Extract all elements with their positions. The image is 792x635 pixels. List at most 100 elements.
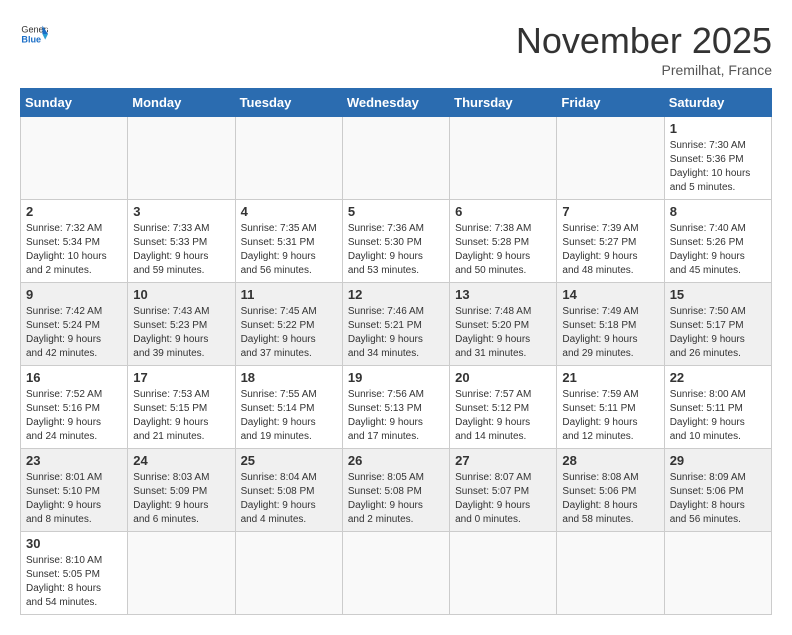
calendar-cell — [235, 532, 342, 615]
day-info: Sunrise: 7:59 AM Sunset: 5:11 PM Dayligh… — [562, 388, 658, 444]
calendar-week-row: 1 Sunrise: 7:30 AM Sunset: 5:36 PM Daylig… — [21, 117, 772, 200]
day-number: 27 — [455, 453, 551, 468]
day-number: 28 — [562, 453, 658, 468]
day-number: 20 — [455, 370, 551, 385]
column-header-sunday: Sunday — [21, 89, 128, 117]
calendar-cell — [450, 117, 557, 200]
day-info: Sunrise: 7:32 AM Sunset: 5:34 PM Dayligh… — [26, 222, 122, 278]
calendar-cell: 29 Sunrise: 8:09 AM Sunset: 5:06 PM Dayli… — [664, 449, 771, 532]
day-info: Sunrise: 8:00 AM Sunset: 5:11 PM Dayligh… — [670, 388, 766, 444]
day-info: Sunrise: 7:43 AM Sunset: 5:23 PM Dayligh… — [133, 305, 229, 361]
calendar-header-row: SundayMondayTuesdayWednesdayThursdayFrid… — [21, 89, 772, 117]
day-info: Sunrise: 8:10 AM Sunset: 5:05 PM Dayligh… — [26, 554, 122, 610]
calendar-cell — [557, 117, 664, 200]
day-number: 8 — [670, 204, 766, 219]
day-number: 11 — [241, 287, 337, 302]
calendar-cell: 14 Sunrise: 7:49 AM Sunset: 5:18 PM Dayli… — [557, 283, 664, 366]
day-info: Sunrise: 8:01 AM Sunset: 5:10 PM Dayligh… — [26, 471, 122, 527]
column-header-thursday: Thursday — [450, 89, 557, 117]
column-header-wednesday: Wednesday — [342, 89, 449, 117]
calendar-cell: 30 Sunrise: 8:10 AM Sunset: 5:05 PM Dayli… — [21, 532, 128, 615]
calendar-cell: 25 Sunrise: 8:04 AM Sunset: 5:08 PM Dayli… — [235, 449, 342, 532]
day-number: 3 — [133, 204, 229, 219]
calendar-cell — [128, 532, 235, 615]
logo-icon: General Blue — [20, 20, 48, 48]
day-number: 21 — [562, 370, 658, 385]
day-info: Sunrise: 8:04 AM Sunset: 5:08 PM Dayligh… — [241, 471, 337, 527]
day-number: 4 — [241, 204, 337, 219]
day-number: 12 — [348, 287, 444, 302]
calendar-cell: 2 Sunrise: 7:32 AM Sunset: 5:34 PM Daylig… — [21, 200, 128, 283]
day-info: Sunrise: 8:05 AM Sunset: 5:08 PM Dayligh… — [348, 471, 444, 527]
day-info: Sunrise: 7:40 AM Sunset: 5:26 PM Dayligh… — [670, 222, 766, 278]
calendar-week-row: 2 Sunrise: 7:32 AM Sunset: 5:34 PM Daylig… — [21, 200, 772, 283]
calendar-cell: 13Sunrise: 7:48 AM Sunset: 5:20 PM Dayli… — [450, 283, 557, 366]
day-number: 9 — [26, 287, 122, 302]
day-info: Sunrise: 7:56 AM Sunset: 5:13 PM Dayligh… — [348, 388, 444, 444]
day-info: Sunrise: 7:33 AM Sunset: 5:33 PM Dayligh… — [133, 222, 229, 278]
day-number: 16 — [26, 370, 122, 385]
day-info: Sunrise: 7:46 AM Sunset: 5:21 PM Dayligh… — [348, 305, 444, 361]
column-header-saturday: Saturday — [664, 89, 771, 117]
calendar-title: November 2025 — [516, 20, 772, 62]
calendar-cell: 4 Sunrise: 7:35 AM Sunset: 5:31 PM Daylig… — [235, 200, 342, 283]
calendar-week-row: 30 Sunrise: 8:10 AM Sunset: 5:05 PM Dayli… — [21, 532, 772, 615]
day-info: Sunrise: 7:36 AM Sunset: 5:30 PM Dayligh… — [348, 222, 444, 278]
day-number: 18 — [241, 370, 337, 385]
day-number: 14 — [562, 287, 658, 302]
day-number: 5 — [348, 204, 444, 219]
calendar-cell — [664, 532, 771, 615]
calendar-cell — [235, 117, 342, 200]
column-header-tuesday: Tuesday — [235, 89, 342, 117]
day-number: 30 — [26, 536, 122, 551]
day-info: Sunrise: 7:49 AM Sunset: 5:18 PM Dayligh… — [562, 305, 658, 361]
day-info: Sunrise: 7:35 AM Sunset: 5:31 PM Dayligh… — [241, 222, 337, 278]
day-info: Sunrise: 7:52 AM Sunset: 5:16 PM Dayligh… — [26, 388, 122, 444]
calendar-cell — [450, 532, 557, 615]
calendar-subtitle: Premilhat, France — [516, 62, 772, 78]
day-number: 22 — [670, 370, 766, 385]
day-number: 23 — [26, 453, 122, 468]
day-info: Sunrise: 7:48 AM Sunset: 5:20 PM Dayligh… — [455, 305, 551, 361]
header: General Blue November 2025 Premilhat, Fr… — [20, 20, 772, 78]
calendar-week-row: 16 Sunrise: 7:52 AM Sunset: 5:16 PM Dayli… — [21, 366, 772, 449]
day-info: Sunrise: 7:53 AM Sunset: 5:15 PM Dayligh… — [133, 388, 229, 444]
day-number: 19 — [348, 370, 444, 385]
calendar-cell: 10Sunrise: 7:43 AM Sunset: 5:23 PM Dayli… — [128, 283, 235, 366]
day-info: Sunrise: 8:07 AM Sunset: 5:07 PM Dayligh… — [455, 471, 551, 527]
calendar-cell: 22 Sunrise: 8:00 AM Sunset: 5:11 PM Dayli… — [664, 366, 771, 449]
day-info: Sunrise: 7:30 AM Sunset: 5:36 PM Dayligh… — [670, 139, 766, 195]
calendar-cell: 12 Sunrise: 7:46 AM Sunset: 5:21 PM Dayli… — [342, 283, 449, 366]
day-number: 17 — [133, 370, 229, 385]
calendar-cell: 7Sunrise: 7:39 AM Sunset: 5:27 PM Daylig… — [557, 200, 664, 283]
calendar-cell: 5 Sunrise: 7:36 AM Sunset: 5:30 PM Daylig… — [342, 200, 449, 283]
day-info: Sunrise: 7:45 AM Sunset: 5:22 PM Dayligh… — [241, 305, 337, 361]
day-info: Sunrise: 8:09 AM Sunset: 5:06 PM Dayligh… — [670, 471, 766, 527]
calendar-cell: 16 Sunrise: 7:52 AM Sunset: 5:16 PM Dayli… — [21, 366, 128, 449]
calendar-cell: 24Sunrise: 8:03 AM Sunset: 5:09 PM Dayli… — [128, 449, 235, 532]
calendar-cell: 19 Sunrise: 7:56 AM Sunset: 5:13 PM Dayli… — [342, 366, 449, 449]
column-header-monday: Monday — [128, 89, 235, 117]
day-info: Sunrise: 8:08 AM Sunset: 5:06 PM Dayligh… — [562, 471, 658, 527]
calendar-cell — [342, 532, 449, 615]
column-header-friday: Friday — [557, 89, 664, 117]
day-number: 24 — [133, 453, 229, 468]
calendar-table: SundayMondayTuesdayWednesdayThursdayFrid… — [20, 88, 772, 615]
calendar-cell: 26Sunrise: 8:05 AM Sunset: 5:08 PM Dayli… — [342, 449, 449, 532]
calendar-cell — [21, 117, 128, 200]
calendar-cell: 27 Sunrise: 8:07 AM Sunset: 5:07 PM Dayli… — [450, 449, 557, 532]
title-section: November 2025 Premilhat, France — [516, 20, 772, 78]
calendar-cell: 20 Sunrise: 7:57 AM Sunset: 5:12 PM Dayli… — [450, 366, 557, 449]
day-number: 2 — [26, 204, 122, 219]
day-number: 25 — [241, 453, 337, 468]
day-number: 15 — [670, 287, 766, 302]
calendar-cell: 18Sunrise: 7:55 AM Sunset: 5:14 PM Dayli… — [235, 366, 342, 449]
day-number: 6 — [455, 204, 551, 219]
day-number: 29 — [670, 453, 766, 468]
calendar-cell: 3 Sunrise: 7:33 AM Sunset: 5:33 PM Daylig… — [128, 200, 235, 283]
calendar-week-row: 23 Sunrise: 8:01 AM Sunset: 5:10 PM Dayli… — [21, 449, 772, 532]
day-number: 1 — [670, 121, 766, 136]
calendar-cell: 15Sunrise: 7:50 AM Sunset: 5:17 PM Dayli… — [664, 283, 771, 366]
day-info: Sunrise: 7:57 AM Sunset: 5:12 PM Dayligh… — [455, 388, 551, 444]
logo: General Blue — [20, 20, 48, 48]
